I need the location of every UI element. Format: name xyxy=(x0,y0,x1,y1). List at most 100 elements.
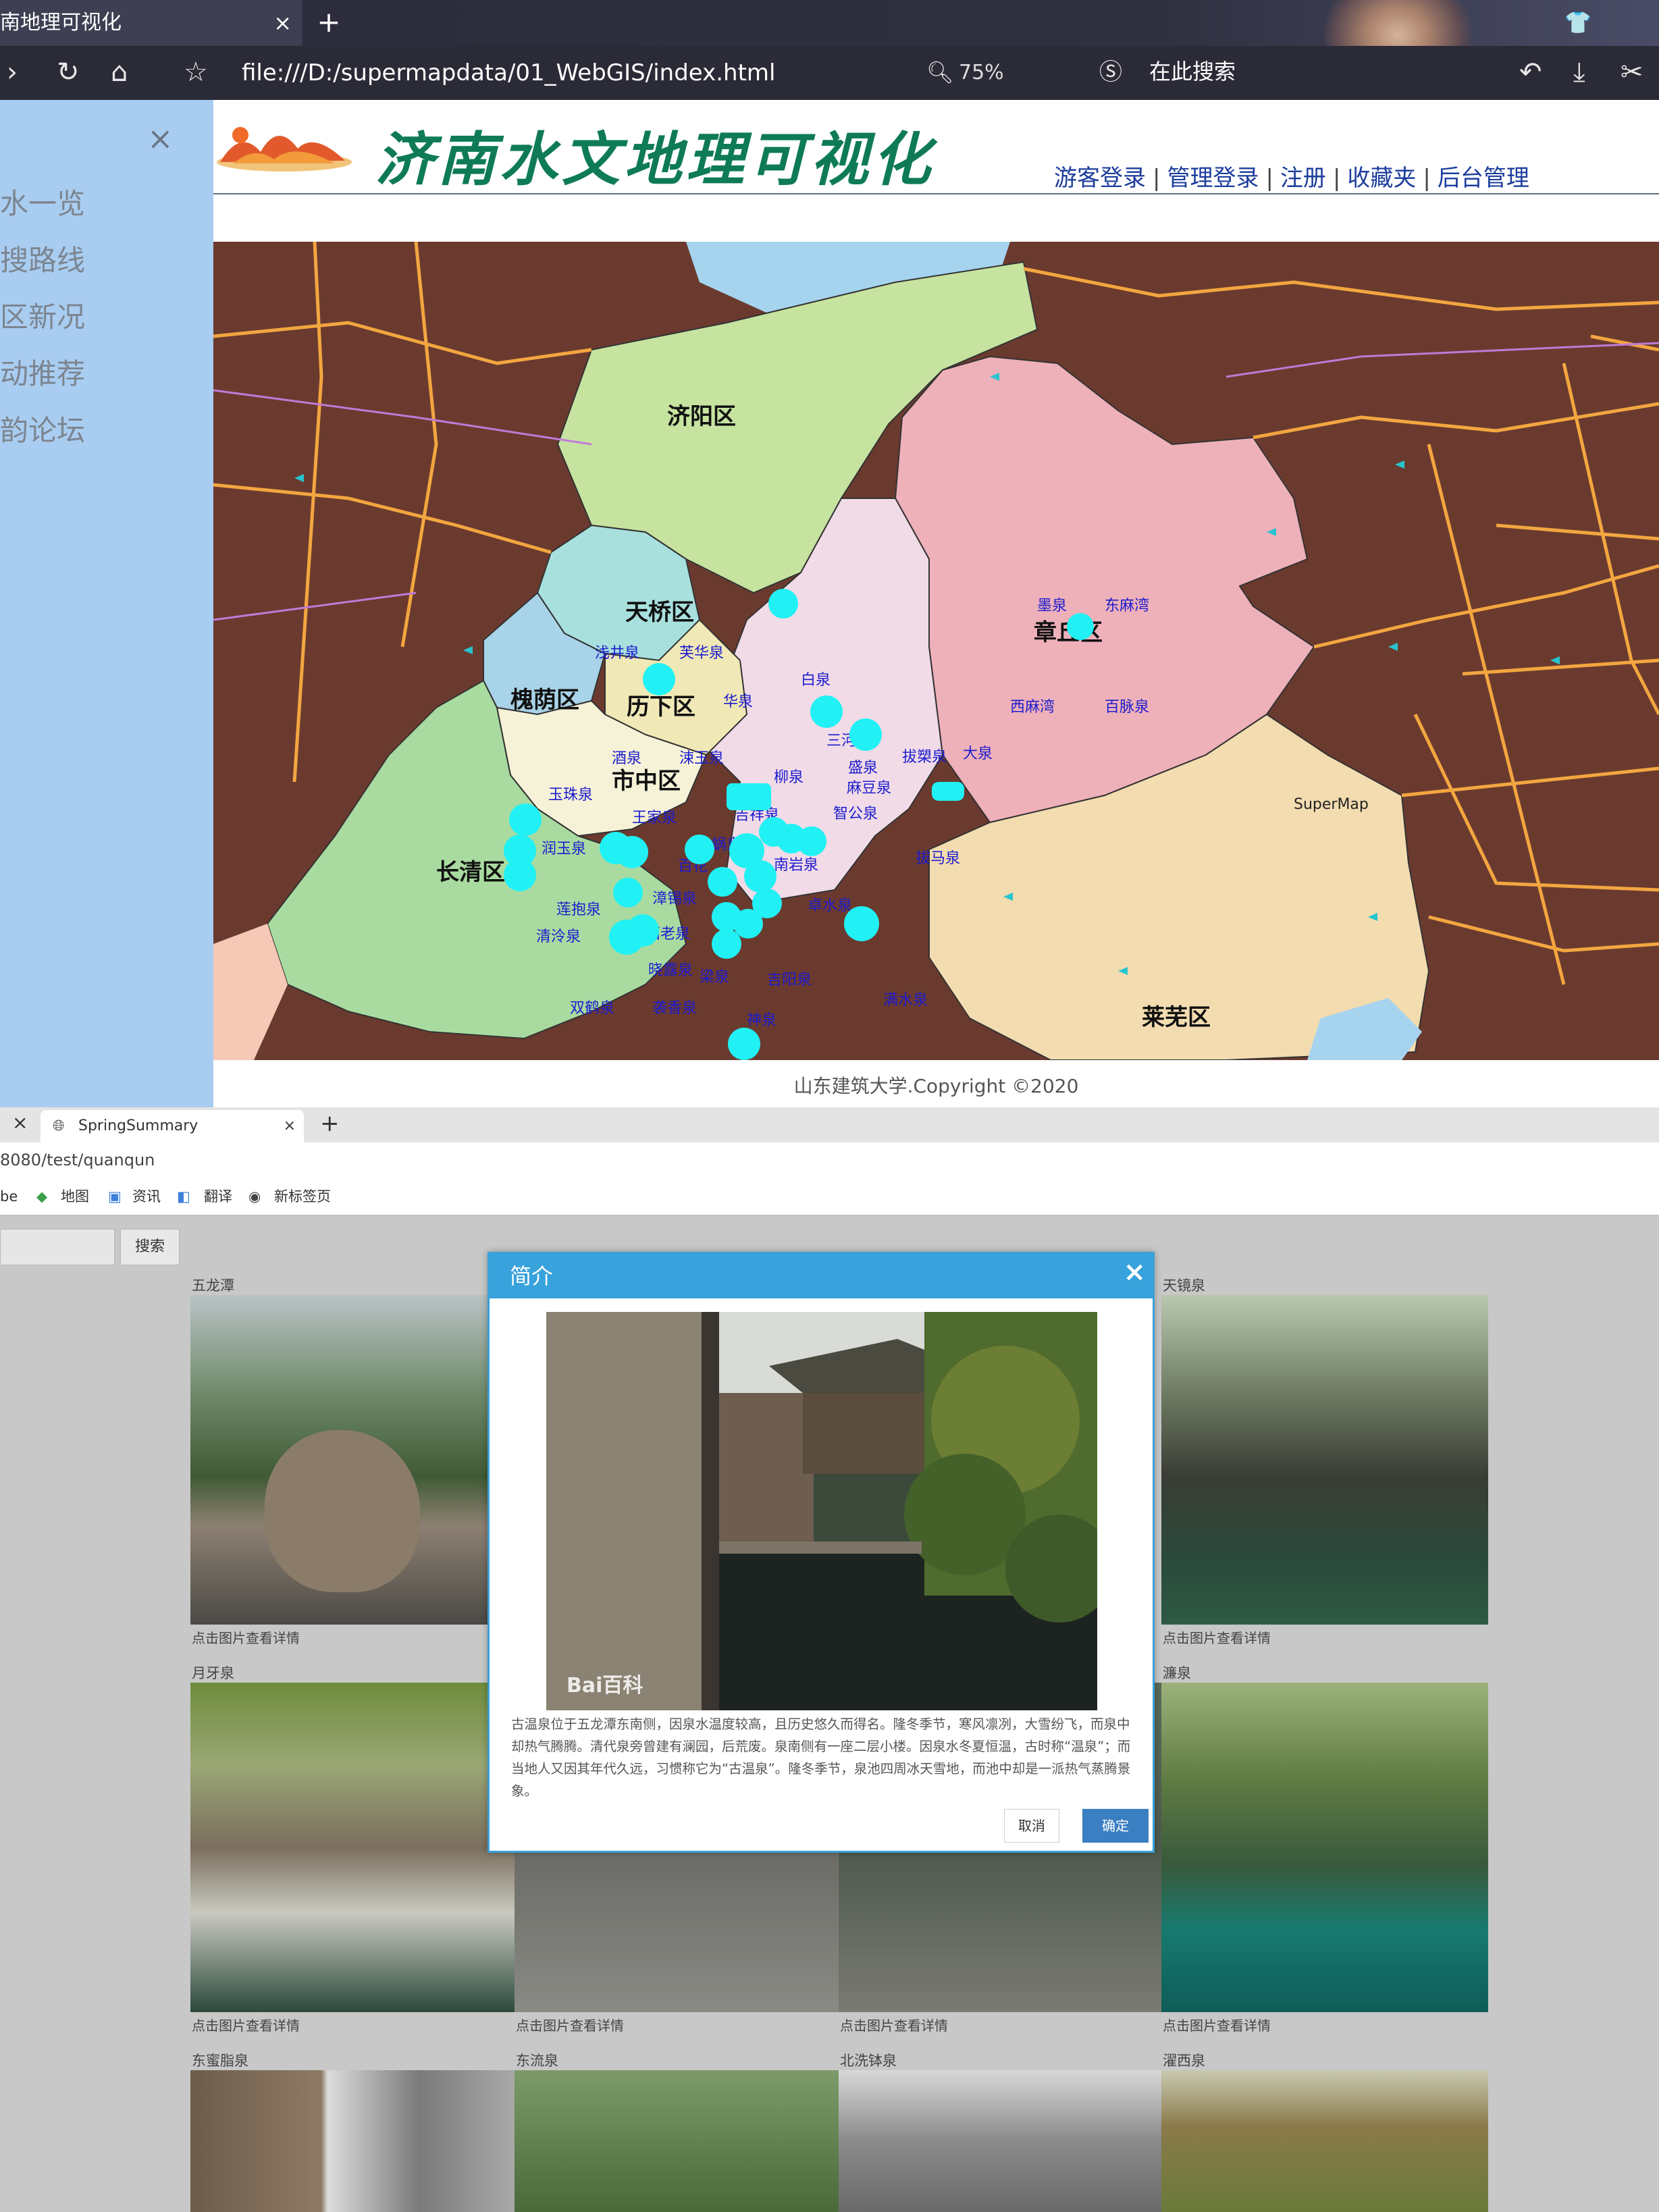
card-photo[interactable] xyxy=(190,2070,517,2212)
spring-marker[interactable] xyxy=(727,783,771,810)
favorites-link[interactable]: 收藏夹 xyxy=(1347,159,1416,192)
address-bar[interactable]: file:///D:/supermapdata/01_WebGIS/index.… xyxy=(242,59,775,86)
backend-admin-link[interactable]: 后台管理 xyxy=(1438,159,1529,192)
address-bar[interactable]: 8080/test/quanqun xyxy=(0,1142,1659,1178)
bookmark-item[interactable]: be xyxy=(0,1178,18,1215)
spring-marker[interactable] xyxy=(509,804,542,836)
spring-marker[interactable] xyxy=(752,889,782,918)
modal-description: 古温泉位于五龙潭东南侧，因泉水温度较高，且历史悠久而得名。隆冬季节，寒风凛冽，大… xyxy=(511,1716,1131,1799)
confirm-button[interactable]: 确定 xyxy=(1082,1809,1149,1843)
spring-label: 梁泉 xyxy=(700,969,729,986)
spring-marker[interactable] xyxy=(810,695,843,728)
bookmark-item[interactable]: 新标签页 xyxy=(274,1178,331,1215)
download-icon[interactable]: ⤓ xyxy=(1573,55,1585,89)
bookmark-item[interactable]: 翻译 xyxy=(204,1178,232,1215)
spring-marker[interactable] xyxy=(1067,613,1094,640)
undo-icon[interactable]: ↶ xyxy=(1519,55,1542,89)
spring-label: 神泉 xyxy=(747,1012,776,1029)
spring-label: 麻豆泉 xyxy=(847,780,891,797)
sidebar-item[interactable]: 搜路线 xyxy=(0,238,85,279)
close-icon[interactable]: × xyxy=(284,1110,296,1142)
sidebar-item[interactable]: 区新况 xyxy=(0,294,85,336)
sidebar: × 水一览 搜路线 区新况 动推荐 韵论坛 xyxy=(0,100,213,1107)
card-photo[interactable] xyxy=(839,2070,1165,2212)
card-photo[interactable] xyxy=(190,1295,517,1625)
spring-label: 白泉 xyxy=(801,672,831,689)
bookmark-item[interactable]: 地图 xyxy=(61,1178,89,1215)
spring-marker[interactable] xyxy=(504,859,536,891)
search-engine-icon[interactable]: Ⓢ xyxy=(1099,55,1122,89)
window-controls: 👕 xyxy=(1497,0,1659,46)
spring-marker[interactable] xyxy=(616,836,648,868)
register-link[interactable]: 注册 xyxy=(1280,159,1326,192)
search-button[interactable]: 搜索 xyxy=(120,1229,180,1265)
spring-marker[interactable] xyxy=(613,878,643,907)
sidebar-item[interactable]: 动推荐 xyxy=(0,351,85,392)
spring-label: 清泠泉 xyxy=(536,928,581,945)
spring-marker[interactable] xyxy=(712,929,741,959)
spring-marker[interactable] xyxy=(728,1028,760,1060)
cut-icon[interactable]: ✂ xyxy=(1621,55,1643,89)
card-photo[interactable] xyxy=(1161,2070,1488,2212)
spring-label: 芙华泉 xyxy=(679,645,724,662)
spring-marker[interactable] xyxy=(844,906,879,941)
bottom-tab[interactable]: 🌐︎ SpringSummary × xyxy=(41,1110,304,1142)
search-input[interactable] xyxy=(0,1229,115,1265)
spring-label: 润玉泉 xyxy=(542,841,586,858)
star-icon[interactable]: ☆ xyxy=(184,55,208,89)
close-icon[interactable]: × xyxy=(1123,1257,1146,1288)
modal-header: 简介 xyxy=(490,1254,1153,1298)
cancel-button[interactable]: 取消 xyxy=(1004,1809,1059,1843)
sidebar-item[interactable]: 韵论坛 xyxy=(0,408,85,449)
spring-marker[interactable] xyxy=(627,914,659,947)
spring-marker[interactable] xyxy=(797,826,826,856)
reload-icon[interactable]: ↻ xyxy=(57,55,80,89)
spring-marker[interactable] xyxy=(849,718,882,751)
card-detail-link[interactable]: 点击图片查看详情 xyxy=(840,2015,948,2034)
bookmarks-bar: be ◆ 地图 ▣ 资讯 ◧ 翻译 ◉ 新标签页 xyxy=(0,1178,1659,1215)
card-detail-link[interactable]: 点击图片查看详情 xyxy=(192,1627,300,1647)
card-detail-link[interactable]: 点击图片查看详情 xyxy=(1163,1627,1271,1647)
card-detail-link[interactable]: 点击图片查看详情 xyxy=(516,2015,624,2034)
new-tab-button[interactable]: + xyxy=(320,1110,340,1137)
search-input[interactable]: 在此搜索 xyxy=(1149,57,1236,86)
spring-label: 盛泉 xyxy=(848,760,878,776)
spring-label: 酒泉 xyxy=(612,750,641,767)
card-photo[interactable] xyxy=(190,1683,517,2012)
top-tab[interactable]: 南地理可视化 × xyxy=(0,0,302,46)
district-label: 天桥区 xyxy=(625,599,694,626)
district-label: 市中区 xyxy=(612,768,681,795)
map-canvas[interactable]: 济阳区 天桥区 槐荫区 历下区 市中区 长清区 章丘区 莱芜区 浅井泉 芙华泉 … xyxy=(213,242,1659,1060)
card-photo[interactable] xyxy=(515,2070,841,2212)
close-icon[interactable]: × xyxy=(147,120,174,157)
bookmark-item[interactable]: 资讯 xyxy=(132,1178,161,1215)
logo-image xyxy=(217,127,352,172)
map-view[interactable]: 济阳区 天桥区 槐荫区 历下区 市中区 长清区 章丘区 莱芜区 浅井泉 芙华泉 … xyxy=(213,242,1659,1060)
sidebar-item[interactable]: 水一览 xyxy=(0,181,85,222)
close-icon[interactable]: × xyxy=(273,0,292,46)
spring-marker[interactable] xyxy=(708,867,737,897)
card-photo[interactable] xyxy=(1161,1683,1488,2012)
shirt-icon[interactable]: 👕 xyxy=(1564,9,1591,35)
spring-marker[interactable] xyxy=(643,663,675,695)
card-detail-link[interactable]: 点击图片查看详情 xyxy=(192,2015,300,2034)
home-icon[interactable]: ⌂ xyxy=(111,55,128,89)
spring-marker[interactable] xyxy=(768,589,798,618)
spring-label: 拔槊泉 xyxy=(902,749,947,766)
spring-label: 王家泉 xyxy=(632,810,677,826)
admin-login-link[interactable]: 管理登录 xyxy=(1167,159,1259,192)
guest-login-link[interactable]: 游客登录 xyxy=(1054,159,1146,192)
spring-marker[interactable] xyxy=(685,835,714,864)
spring-marker[interactable] xyxy=(932,782,964,801)
new-tab-button[interactable]: + xyxy=(312,5,346,39)
spring-marker[interactable] xyxy=(744,860,776,893)
card-photo[interactable] xyxy=(1161,1295,1488,1625)
zoom-level[interactable]: 75% xyxy=(959,59,1004,86)
spring-label: 莲抱泉 xyxy=(556,901,601,918)
card-detail-link[interactable]: 点击图片查看详情 xyxy=(1163,2015,1271,2034)
spring-label: 卓水泉 xyxy=(808,897,852,914)
intro-modal: 简介 × Bai百科 古温泉位于五龙潭东南侧，因泉水温度较高，且历史悠久而得名。… xyxy=(488,1252,1155,1853)
zoom-icon[interactable]: 🔍︎ xyxy=(926,55,954,89)
forward-icon[interactable]: › xyxy=(7,55,18,89)
close-icon[interactable]: × xyxy=(12,1111,28,1134)
